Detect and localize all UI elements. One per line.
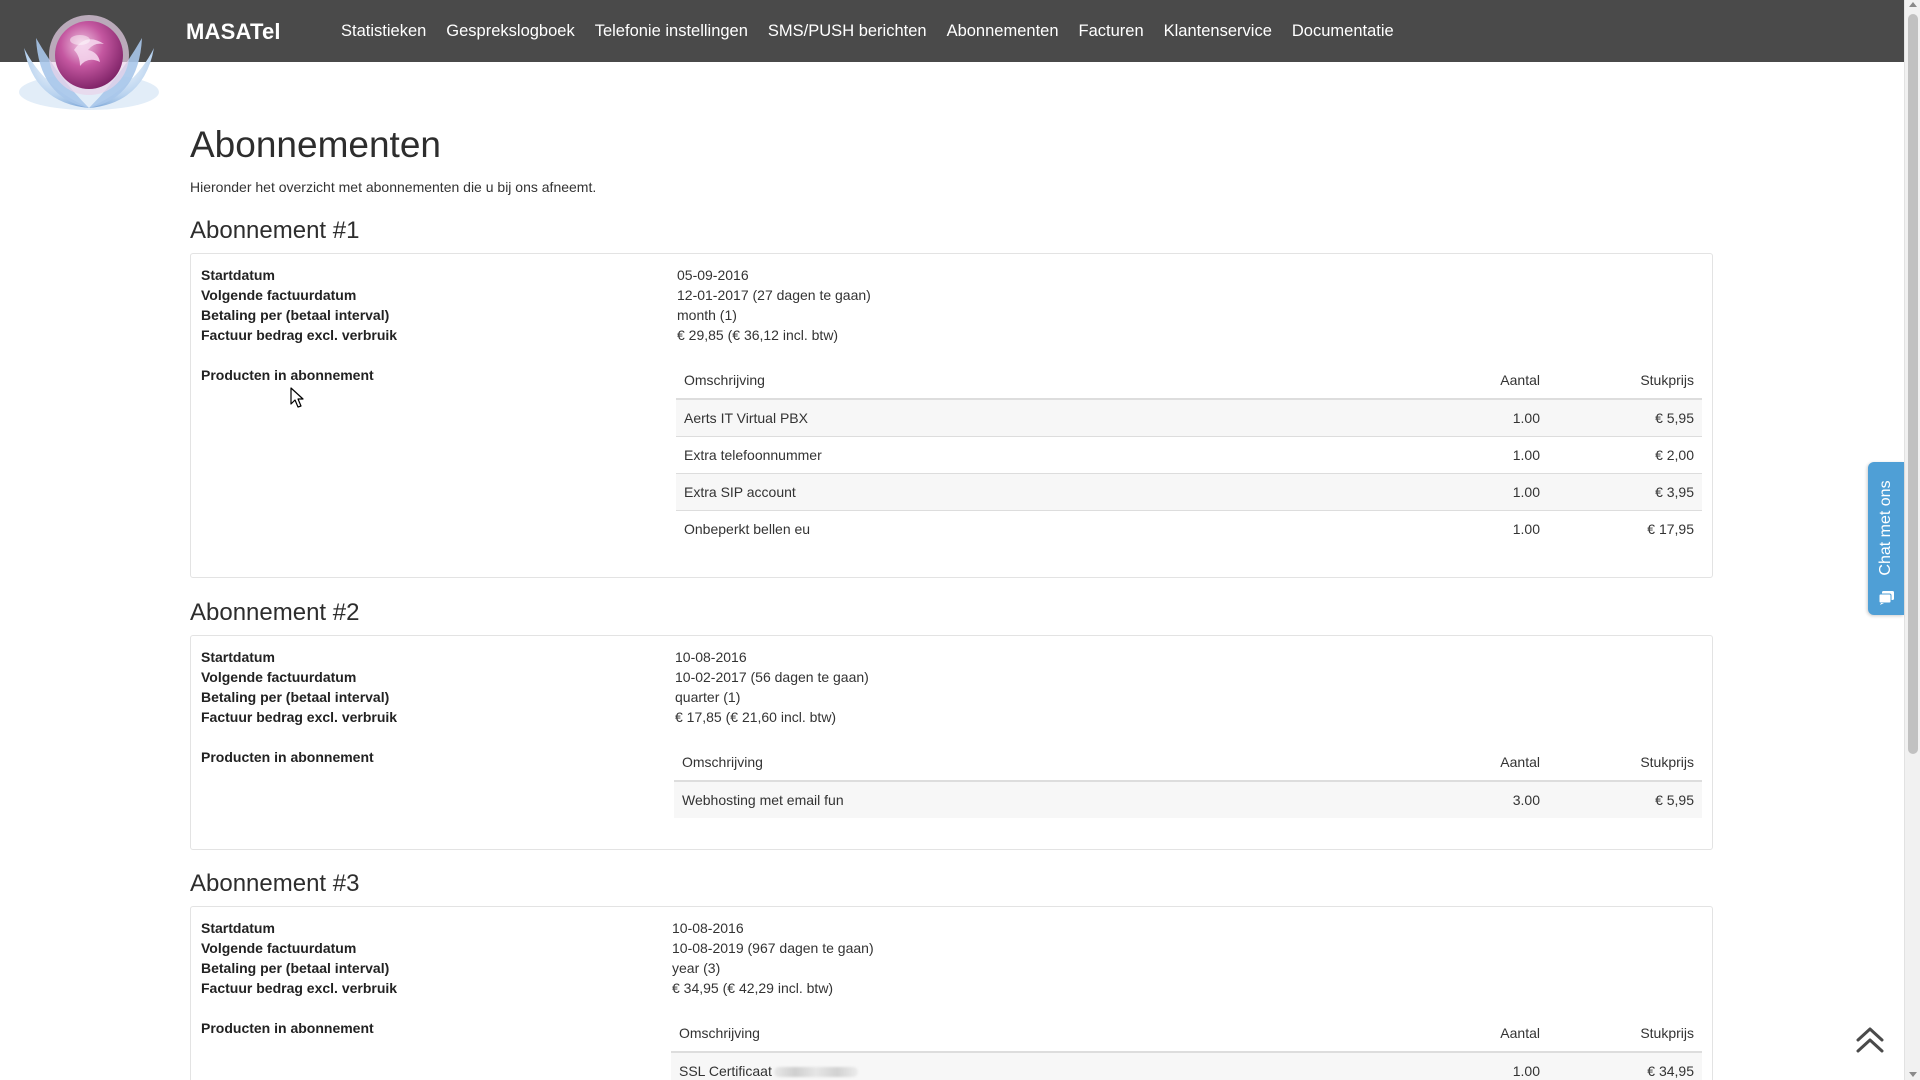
product-description: Webhosting met email fun: [674, 781, 1388, 818]
next-invoice-label: Volgende factuurdatum: [201, 669, 357, 685]
products-table: Omschrijving Aantal Stukprijs Aerts IT V…: [676, 362, 1702, 547]
interval-label: Betaling per (betaal interval): [201, 689, 390, 705]
nav-item-statistieken[interactable]: Statistieken: [331, 22, 436, 41]
next-invoice-value: 12-01-2017 (27 dagen te gaan): [677, 287, 871, 303]
table-header-row: Omschrijving Aantal Stukprijs: [671, 1015, 1702, 1053]
nav-item-documentatie[interactable]: Documentatie: [1282, 22, 1404, 41]
column-header-unit-price: Stukprijs: [1548, 744, 1702, 782]
products-table: Omschrijving Aantal Stukprijs SSL Certif…: [671, 1015, 1702, 1080]
nav-item-klantenservice[interactable]: Klantenservice: [1154, 22, 1282, 41]
table-header-row: Omschrijving Aantal Stukprijs: [674, 744, 1702, 782]
product-description: Extra telefoonnummer: [676, 436, 1388, 474]
mouse-pointer-icon: [290, 387, 304, 408]
subscription-card: Startdatum Volgende factuurdatum Betalin…: [190, 635, 1713, 850]
column-header-description: Omschrijving: [676, 362, 1388, 400]
page-intro: Hieronder het overzicht met abonnementen…: [190, 179, 597, 195]
subscription-card: Startdatum Volgende factuurdatum Betalin…: [190, 906, 1713, 1080]
product-unit-price: € 17,95: [1647, 520, 1694, 537]
next-invoice-label: Volgende factuurdatum: [201, 287, 357, 303]
nav-item-gesprekslogboek[interactable]: Gesprekslogboek: [436, 22, 584, 41]
subscription-heading: Abonnement #3: [190, 870, 360, 897]
next-invoice-label: Volgende factuurdatum: [201, 940, 357, 956]
start-date-label: Startdatum: [201, 920, 275, 936]
product-unit-price: € 3,95: [1548, 473, 1702, 511]
subscription-heading: Abonnement #1: [190, 217, 360, 244]
table-row: Webhosting met email fun 3.00 € 5,95: [674, 781, 1702, 818]
chat-widget-tab[interactable]: Chat met ons: [1868, 462, 1904, 615]
product-quantity: 3.00: [1388, 781, 1548, 818]
chat-bubble-icon: [1878, 591, 1894, 605]
column-header-unit-price: Stukprijs: [1548, 362, 1702, 400]
amount-label: Factuur bedrag excl. verbruik: [201, 709, 398, 725]
table-row: Onbeperkt bellen eu 1.00 € 17,95: [676, 510, 1702, 547]
table-row: Aerts IT Virtual PBX 1.00 € 5,95: [676, 399, 1702, 437]
product-description: Onbeperkt bellen eu: [684, 520, 811, 537]
interval-label: Betaling per (betaal interval): [201, 307, 390, 323]
start-date-value: 10-08-2016: [675, 649, 747, 665]
scrollbar-thumb[interactable]: [1908, 14, 1918, 754]
amount-label: Factuur bedrag excl. verbruik: [201, 327, 398, 343]
amount-value: € 29,85 (€ 36,12 incl. btw): [677, 327, 839, 343]
table-row: Extra SIP account 1.00 € 3,95: [676, 473, 1702, 511]
page-scrollbar[interactable]: [1904, 0, 1920, 1080]
product-description: Extra SIP account: [676, 473, 1388, 511]
product-description: SSL Certificaat: [679, 1063, 772, 1079]
column-header-quantity: Aantal: [1388, 744, 1548, 782]
column-header-quantity: Aantal: [1388, 1015, 1548, 1053]
interval-label: Betaling per (betaal interval): [201, 960, 390, 976]
products-label: Producten in abonnement: [201, 367, 374, 383]
chat-label: Chat met ons: [1877, 480, 1894, 576]
main-nav: Statistieken Gesprekslogboek Telefonie i…: [331, 0, 1404, 62]
product-unit-price: € 5,95: [1548, 781, 1702, 818]
nav-item-facturen[interactable]: Facturen: [1069, 22, 1154, 41]
next-invoice-value: 10-02-2017 (56 dagen te gaan): [675, 669, 869, 685]
nav-item-sms-push-berichten[interactable]: SMS/PUSH berichten: [758, 22, 937, 41]
product-quantity: 1.00: [1388, 473, 1548, 511]
interval-value: year (3): [672, 960, 721, 976]
interval-value: quarter (1): [675, 689, 741, 705]
start-date-label: Startdatum: [201, 267, 275, 283]
subscription-heading: Abonnement #2: [190, 599, 360, 626]
redacted-text: [773, 1067, 858, 1078]
product-description-cell: SSL Certificaat: [671, 1052, 1388, 1080]
brand-name[interactable]: MASATel: [186, 19, 281, 45]
page-title: Abonnementen: [190, 124, 441, 165]
product-quantity: 1.00: [1512, 520, 1540, 537]
next-invoice-value: 10-08-2019 (967 dagen te gaan): [672, 940, 874, 956]
table-header-row: Omschrijving Aantal Stukprijs: [676, 362, 1702, 400]
amount-label: Factuur bedrag excl. verbruik: [201, 980, 398, 996]
product-unit-price: € 2,00: [1548, 436, 1702, 474]
product-unit-price: € 34,95: [1548, 1052, 1702, 1080]
back-to-top-chevron-icon[interactable]: [1854, 1026, 1886, 1054]
table-row: SSL Certificaat 1.00 € 34,95: [671, 1052, 1702, 1080]
amount-value: € 34,95 (€ 42,29 incl. btw): [672, 980, 834, 996]
start-date-label: Startdatum: [201, 649, 275, 665]
product-quantity: 1.00: [1388, 399, 1548, 437]
product-description: Aerts IT Virtual PBX: [676, 399, 1388, 437]
product-unit-price: € 5,95: [1548, 399, 1702, 437]
start-date-value: 10-08-2016: [672, 920, 744, 936]
products-label: Producten in abonnement: [201, 1020, 374, 1036]
scroll-down-arrow-icon[interactable]: [1909, 1072, 1917, 1077]
products-label: Producten in abonnement: [201, 749, 374, 765]
start-date-value: 05-09-2016: [677, 267, 749, 283]
scroll-up-arrow-icon[interactable]: [1909, 2, 1917, 7]
column-header-description: Omschrijving: [671, 1015, 1388, 1053]
column-header-unit-price: Stukprijs: [1548, 1015, 1702, 1053]
nav-item-telefonie-instellingen[interactable]: Telefonie instellingen: [585, 22, 758, 41]
subscription-card: Startdatum Volgende factuurdatum Betalin…: [190, 253, 1713, 578]
top-navbar: MASATel Statistieken Gesprekslogboek Tel…: [0, 0, 1904, 62]
column-header-quantity: Aantal: [1388, 362, 1548, 400]
lotus-logo[interactable]: [14, 8, 164, 112]
product-quantity: 1.00: [1388, 1052, 1548, 1080]
table-row: Extra telefoonnummer 1.00 € 2,00: [676, 436, 1702, 474]
column-header-description: Omschrijving: [674, 744, 1388, 782]
products-table: Omschrijving Aantal Stukprijs Webhosting…: [674, 744, 1702, 818]
amount-value: € 17,85 (€ 21,60 incl. btw): [675, 709, 837, 725]
interval-value: month (1): [677, 307, 737, 323]
product-quantity: 1.00: [1388, 436, 1548, 474]
nav-item-abonnementen[interactable]: Abonnementen: [937, 22, 1069, 41]
